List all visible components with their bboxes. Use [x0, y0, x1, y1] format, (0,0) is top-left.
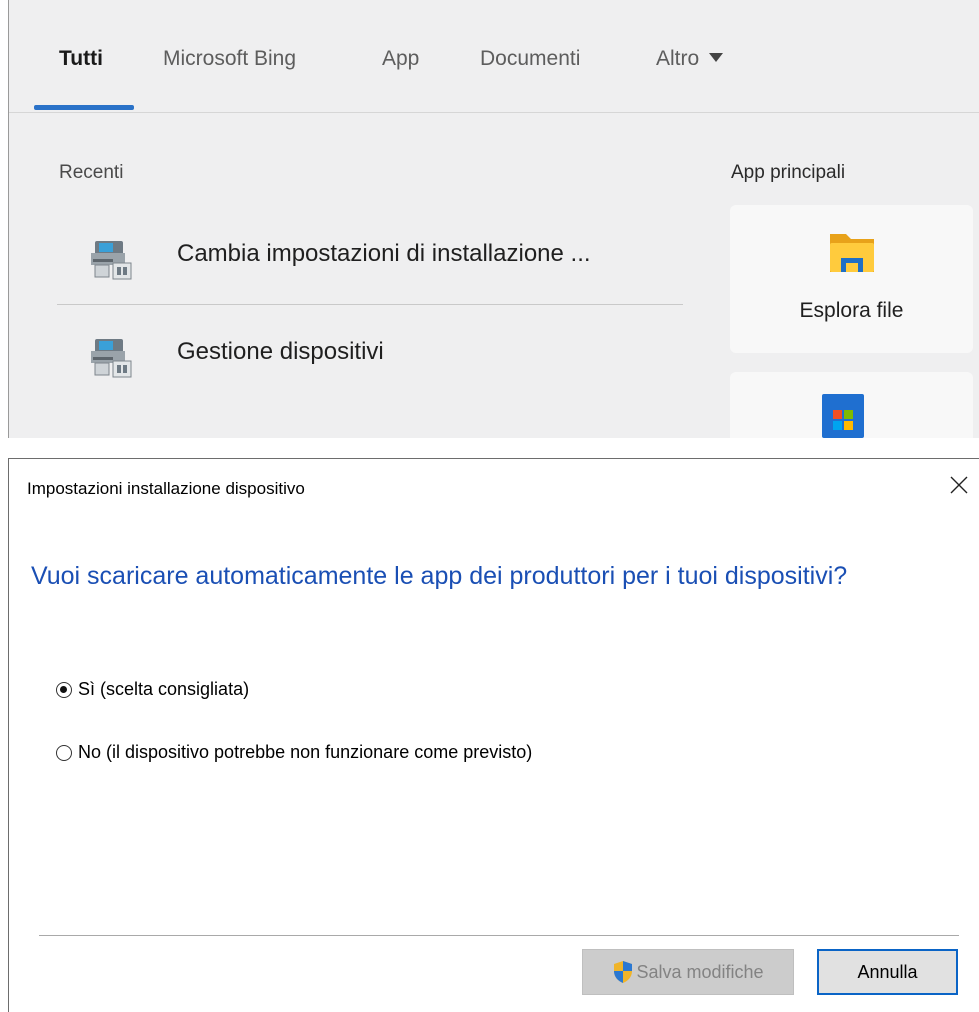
close-button[interactable] — [939, 467, 979, 503]
close-icon — [950, 476, 968, 494]
cancel-button[interactable]: Annulla — [817, 949, 958, 995]
app-tile-label: Esplora file — [799, 299, 904, 322]
recent-section-title: Recenti — [59, 162, 124, 183]
recent-divider — [57, 304, 683, 305]
save-changes-label: Salva modifiche — [636, 961, 764, 982]
microsoft-store-icon — [822, 394, 864, 438]
recent-item-label: Gestione dispositivi — [177, 338, 384, 365]
radio-yes[interactable] — [56, 681, 72, 698]
tabs-divider — [9, 112, 979, 113]
tab-app[interactable]: App — [382, 47, 419, 71]
save-changes-button[interactable]: Salva modifiche — [582, 949, 794, 995]
dialog-title: Impostazioni installazione dispositivo — [27, 479, 305, 498]
tab-all[interactable]: Tutti — [59, 47, 103, 71]
radio-no[interactable] — [56, 744, 72, 761]
footer-divider — [39, 935, 959, 936]
uac-shield-icon — [614, 961, 633, 983]
app-tile-microsoft-store[interactable] — [730, 372, 973, 438]
option-no[interactable]: No (il dispositivo potrebbe non funziona… — [56, 742, 532, 763]
file-explorer-icon — [830, 234, 874, 272]
tab-documents[interactable]: Documenti — [480, 47, 580, 71]
app-tile-file-explorer[interactable]: Esplora file — [730, 205, 973, 353]
dialog-question: Vuoi scaricare automaticamente le app de… — [31, 562, 848, 590]
recent-item-device-manager[interactable]: Gestione dispositivi — [69, 313, 689, 403]
recent-item-device-setup[interactable]: Cambia impostazioni di installazione ... — [69, 215, 689, 305]
tab-more-label: Altro — [656, 47, 700, 70]
active-tab-indicator — [34, 105, 134, 110]
tab-microsoft-bing[interactable]: Microsoft Bing — [163, 47, 296, 71]
caret-down-icon — [709, 52, 724, 62]
device-manager-icon — [91, 339, 132, 378]
top-apps-section-title: App principali — [731, 162, 846, 183]
device-setup-icon — [91, 241, 132, 280]
option-yes-label: Sì (scelta consigliata) — [78, 679, 250, 699]
option-yes[interactable]: Sì (scelta consigliata) — [56, 679, 249, 700]
cancel-label: Annulla — [857, 961, 918, 982]
recent-item-label: Cambia impostazioni di installazione ... — [177, 240, 591, 267]
tab-more[interactable]: Altro — [656, 47, 724, 71]
device-installation-settings-dialog: Impostazioni installazione dispositivo V… — [8, 458, 979, 1012]
search-panel: Tutti Microsoft Bing App Documenti Altro… — [8, 0, 979, 438]
option-no-label: No (il dispositivo potrebbe non funziona… — [78, 742, 533, 762]
